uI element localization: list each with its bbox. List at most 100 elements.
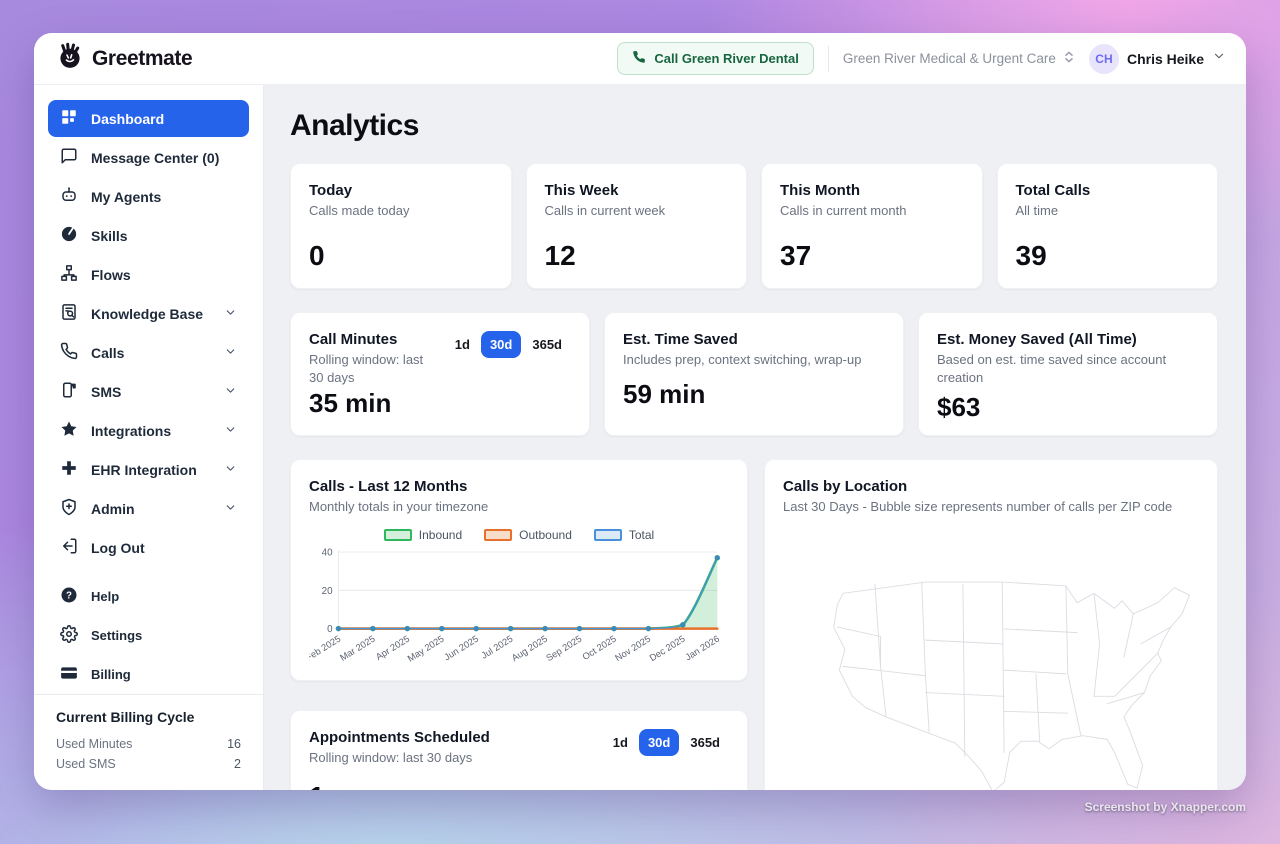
page-title: Analytics <box>290 109 1218 143</box>
billing-row-sms: Used SMS 2 <box>56 754 241 774</box>
chevron-down-icon <box>224 306 237 322</box>
range-365d-button[interactable]: 365d <box>681 729 729 756</box>
brand-name: Greetmate <box>92 47 192 71</box>
range-30d-button[interactable]: 30d <box>481 331 521 358</box>
gear-icon <box>60 625 78 646</box>
calls-chart-card: Calls - Last 12 Months Monthly totals in… <box>290 459 748 681</box>
stat-value: 39 <box>1016 240 1200 272</box>
svg-text:Dec 2025: Dec 2025 <box>648 633 687 663</box>
call-minutes-range-toggle: 1d 30d 365d <box>446 331 571 358</box>
sidebar-item-settings[interactable]: Settings <box>48 617 249 654</box>
svg-text:Mar 2025: Mar 2025 <box>338 633 377 662</box>
medical-plus-icon <box>60 459 78 480</box>
svg-text:Jan 2026: Jan 2026 <box>683 633 721 662</box>
billing-summary: Current Billing Cycle Used Minutes 16 Us… <box>34 694 263 790</box>
chart-subtitle: Monthly totals in your timezone <box>309 498 729 516</box>
svg-text:May 2025: May 2025 <box>406 633 446 663</box>
svg-text:Aug 2025: Aug 2025 <box>510 633 549 663</box>
credit-card-icon <box>60 664 78 685</box>
call-minutes-value: 35 min <box>309 388 571 419</box>
appointments-range-toggle: 1d 30d 365d <box>604 729 729 756</box>
sidebar-item-calls[interactable]: Calls <box>48 334 249 371</box>
organization-select[interactable]: Green River Medical & Urgent Care <box>843 50 1075 67</box>
svg-text:Apr 2025: Apr 2025 <box>374 633 411 662</box>
robot-icon <box>60 186 78 207</box>
star-icon <box>60 420 78 441</box>
svg-text:20: 20 <box>322 585 333 596</box>
phone-icon <box>60 342 78 363</box>
stat-card-this-month: This Month Calls in current month 37 <box>761 163 983 289</box>
billing-row-minutes: Used Minutes 16 <box>56 734 241 754</box>
app-window: Greetmate Call Green River Dental Green … <box>34 33 1246 790</box>
watermark: Screenshot by Xnapper.com <box>1085 800 1246 814</box>
sidebar-item-knowledge-base[interactable]: Knowledge Base <box>48 295 249 332</box>
time-saved-value: 59 min <box>623 379 885 410</box>
svg-text:40: 40 <box>322 547 333 558</box>
legend-item[interactable]: Total <box>594 528 654 542</box>
skills-pie-icon <box>60 225 78 246</box>
user-menu[interactable]: CH Chris Heike <box>1089 44 1226 74</box>
chevron-down-icon <box>224 462 237 478</box>
sidebar-item-admin[interactable]: Admin <box>48 490 249 527</box>
main-content: Analytics Today Calls made today 0 This … <box>264 85 1246 790</box>
sidebar-item-help[interactable]: ? Help <box>48 578 249 615</box>
range-30d-button[interactable]: 30d <box>639 729 679 756</box>
brand-logo[interactable]: Greetmate <box>56 42 192 75</box>
legend-item[interactable]: Outbound <box>484 528 572 542</box>
stat-card-total-calls: Total Calls All time 39 <box>997 163 1219 289</box>
flows-hierarchy-icon <box>60 264 78 285</box>
sidebar-item-log-out[interactable]: Log Out <box>48 529 249 566</box>
range-1d-button[interactable]: 1d <box>446 331 479 358</box>
sidebar-item-skills[interactable]: Skills <box>48 217 249 254</box>
up-down-chevron-icon <box>1063 50 1075 67</box>
stat-value: 12 <box>545 240 729 272</box>
svg-text:Nov 2025: Nov 2025 <box>613 633 652 663</box>
chevron-down-icon <box>224 345 237 361</box>
dashboard-grid-icon <box>60 108 78 129</box>
sidebar-item-flows[interactable]: Flows <box>48 256 249 293</box>
top-bar: Greetmate Call Green River Dental Green … <box>34 33 1246 85</box>
stat-card-row: Today Calls made today 0 This Week Calls… <box>290 163 1218 289</box>
svg-text:Feb 2025: Feb 2025 <box>309 633 342 662</box>
call-practice-button[interactable]: Call Green River Dental <box>617 42 814 75</box>
range-365d-button[interactable]: 365d <box>523 331 571 358</box>
user-name: Chris Heike <box>1127 51 1204 67</box>
svg-text:Jun 2025: Jun 2025 <box>442 633 480 662</box>
sidebar-item-message-center[interactable]: Message Center (0) <box>48 139 249 176</box>
chart-legend: Inbound Outbound Total <box>309 528 729 542</box>
header-divider <box>828 46 829 72</box>
range-1d-button[interactable]: 1d <box>604 729 637 756</box>
sidebar-item-integrations[interactable]: Integrations <box>48 412 249 449</box>
calls-line-chart: 02040Feb 2025Mar 2025Apr 2025May 2025Jun… <box>309 544 731 672</box>
sidebar-item-billing[interactable]: Billing <box>48 656 249 693</box>
stat-card-today: Today Calls made today 0 <box>290 163 512 289</box>
svg-text:Jul 2025: Jul 2025 <box>479 633 514 660</box>
chevron-down-icon <box>224 384 237 400</box>
time-saved-card: Est. Time Saved Includes prep, context s… <box>604 312 904 436</box>
sidebar-item-dashboard[interactable]: Dashboard <box>48 100 249 137</box>
money-saved-card: Est. Money Saved (All Time) Based on est… <box>918 312 1218 436</box>
hand-logo-icon <box>56 42 84 75</box>
stat-value: 0 <box>309 240 493 272</box>
sms-device-icon <box>60 381 78 402</box>
sidebar-spacer <box>34 567 263 577</box>
help-icon: ? <box>60 586 78 607</box>
logout-icon <box>60 537 78 558</box>
call-minutes-card: Call Minutes Rolling window: last 30 day… <box>290 312 590 436</box>
avatar: CH <box>1089 44 1119 74</box>
shield-user-icon <box>60 498 78 519</box>
svg-text:Oct 2025: Oct 2025 <box>581 633 618 662</box>
billing-summary-title: Current Billing Cycle <box>56 709 241 725</box>
chevron-down-icon <box>1212 49 1226 68</box>
metric-card-row: Call Minutes Rolling window: last 30 day… <box>290 312 1218 436</box>
sidebar-item-my-agents[interactable]: My Agents <box>48 178 249 215</box>
phone-icon <box>632 50 646 67</box>
us-map <box>783 554 1199 790</box>
stat-card-this-week: This Week Calls in current week 12 <box>526 163 748 289</box>
svg-text:?: ? <box>66 590 72 601</box>
sidebar-item-sms[interactable]: SMS <box>48 373 249 410</box>
calls-by-location-card: Calls by Location Last 30 Days - Bubble … <box>764 459 1218 790</box>
message-icon <box>60 147 78 168</box>
sidebar-item-ehr-integration[interactable]: EHR Integration <box>48 451 249 488</box>
legend-item[interactable]: Inbound <box>384 528 462 542</box>
